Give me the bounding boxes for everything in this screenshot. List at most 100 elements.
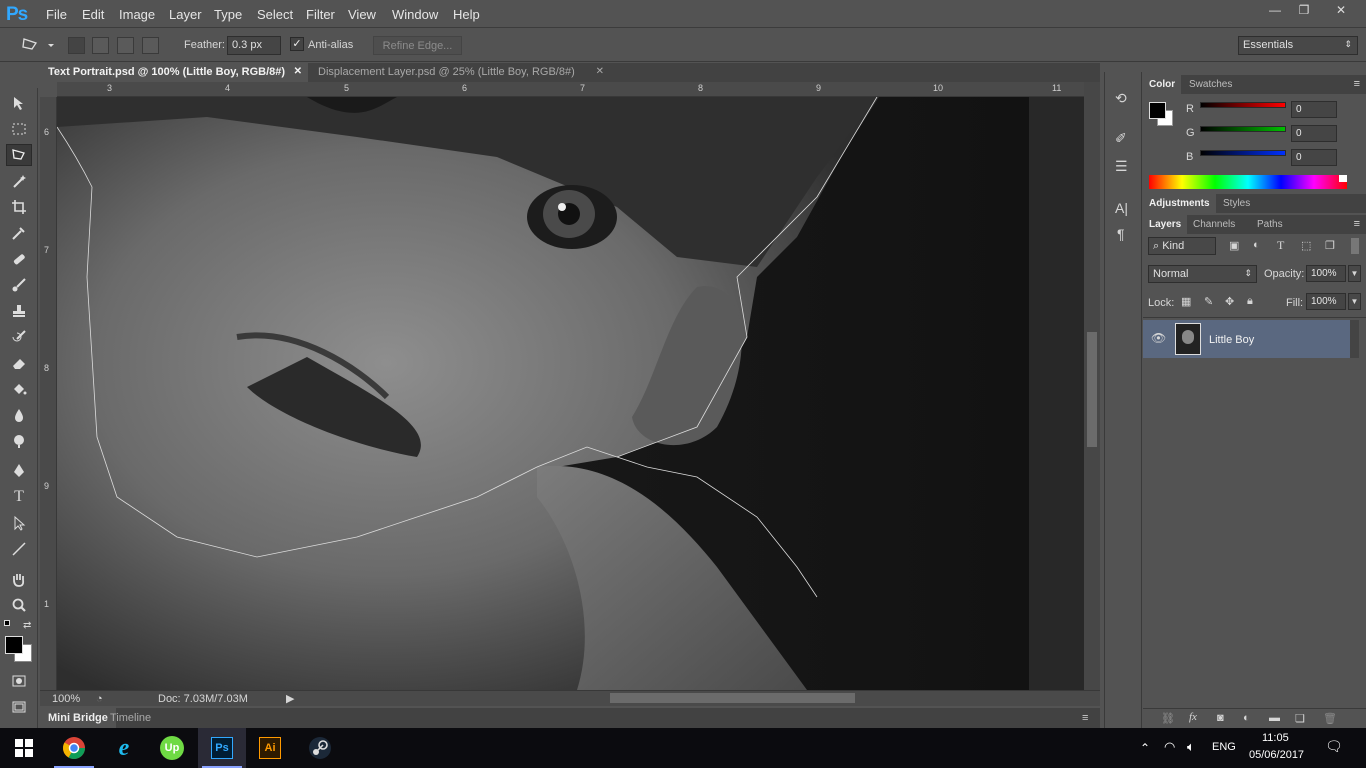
paint-bucket-tool[interactable] (6, 378, 32, 400)
r-slider[interactable] (1200, 102, 1286, 108)
zoom-tool[interactable] (6, 594, 32, 616)
feather-input[interactable]: 0.3 px (227, 36, 281, 55)
filter-shape-icon[interactable]: ⬚ (1301, 239, 1311, 252)
adjustment-layer-icon[interactable]: ◐ (1243, 712, 1250, 724)
character-panel-icon[interactable]: A| (1115, 200, 1128, 216)
tab-swatches[interactable]: Swatches (1183, 75, 1238, 94)
menu-window[interactable]: Window (392, 7, 438, 22)
fill-input[interactable]: 100% (1306, 293, 1346, 310)
paragraph-panel-icon[interactable]: ¶ (1117, 226, 1125, 242)
pen-tool[interactable] (6, 460, 32, 482)
panel-menu-icon[interactable]: ≡ (1082, 712, 1088, 724)
healing-brush-tool[interactable] (6, 248, 32, 270)
taskbar-internet-explorer[interactable]: e (100, 728, 148, 768)
menu-help[interactable]: Help (453, 7, 480, 22)
menu-layer[interactable]: Layer (169, 7, 202, 22)
restore-button[interactable]: ❐ (1287, 0, 1321, 20)
default-colors-icon[interactable] (4, 620, 14, 630)
b-value[interactable]: 0 (1291, 149, 1337, 166)
crop-tool[interactable] (6, 196, 32, 218)
brush-tool[interactable] (6, 274, 32, 296)
close-tab-icon[interactable]: ✕ (294, 66, 302, 77)
eye-icon[interactable]: 👁︎ (1151, 331, 1166, 345)
history-brush-tool[interactable] (6, 326, 32, 348)
tab-displacement-layer[interactable]: Displacement Layer.psd @ 25% (Little Boy… (310, 63, 610, 82)
lock-pixels-icon[interactable]: ✎ (1204, 295, 1213, 308)
screen-mode-button[interactable] (6, 696, 32, 718)
taskbar-illustrator[interactable]: Ai (246, 728, 294, 768)
link-layers-icon[interactable]: ⛓︎ (1161, 712, 1175, 725)
layer-style-icon[interactable]: fx (1189, 711, 1197, 723)
magic-wand-tool[interactable] (6, 170, 32, 192)
brush-panel-icon[interactable]: ✐ (1115, 130, 1127, 147)
dodge-tool[interactable] (6, 430, 32, 452)
tray-chevron-icon[interactable]: ⌃ (1140, 741, 1150, 755)
close-button[interactable]: ✕ (1318, 0, 1364, 20)
new-selection-button[interactable] (68, 37, 85, 54)
move-tool[interactable] (6, 92, 32, 114)
notifications-icon[interactable]: 🗨︎ (1325, 738, 1343, 755)
workspace-select[interactable]: Essentials ⇕ (1238, 36, 1358, 55)
layer-row-little-boy[interactable]: 👁︎ Little Boy (1143, 320, 1350, 358)
history-panel-icon[interactable]: ⟲ (1115, 90, 1127, 107)
menu-select[interactable]: Select (257, 7, 293, 22)
antialias-checkbox[interactable]: ✓ (290, 37, 304, 51)
panel-menu-icon[interactable]: ≡ (1354, 218, 1360, 230)
line-tool[interactable] (6, 538, 32, 560)
tab-adjustments[interactable]: Adjustments (1143, 194, 1216, 213)
menu-edit[interactable]: Edit (82, 7, 104, 22)
eraser-tool[interactable] (6, 352, 32, 374)
lock-all-icon[interactable]: 🔒︎ (1247, 295, 1253, 308)
b-slider[interactable] (1200, 150, 1286, 156)
tool-preset-picker[interactable] (20, 35, 56, 55)
path-selection-tool[interactable] (6, 512, 32, 534)
tab-mini-bridge[interactable]: Mini Bridge (40, 708, 116, 728)
menu-type[interactable]: Type (214, 7, 242, 22)
tab-layers[interactable]: Layers (1143, 215, 1188, 234)
opacity-input[interactable]: 100% (1306, 265, 1346, 282)
g-slider[interactable] (1200, 126, 1286, 132)
layer-name[interactable]: Little Boy (1209, 334, 1254, 346)
volume-icon[interactable]: 🔈︎ (1187, 739, 1195, 755)
new-layer-icon[interactable]: ❏ (1295, 712, 1305, 725)
quick-mask-button[interactable] (6, 670, 32, 692)
hand-tool[interactable] (6, 568, 32, 590)
status-info-icon[interactable]: ◔ (96, 693, 103, 705)
wifi-icon[interactable]: ◠ (1164, 739, 1175, 755)
marquee-tool[interactable] (6, 118, 32, 140)
lasso-tool[interactable] (6, 144, 32, 166)
lock-position-icon[interactable]: ✥ (1225, 295, 1234, 308)
tab-text-portrait[interactable]: Text Portrait.psd @ 100% (Little Boy, RG… (40, 63, 308, 82)
fg-color-chip[interactable] (1149, 102, 1166, 119)
taskbar-photoshop[interactable]: Ps (198, 728, 246, 768)
panel-menu-icon[interactable]: ≡ (1354, 78, 1360, 90)
trash-icon[interactable]: 🗑︎ (1323, 712, 1337, 725)
start-button[interactable] (0, 728, 48, 768)
color-spectrum-bar[interactable] (1149, 175, 1347, 189)
swap-colors-icon[interactable]: ⇄ (23, 620, 31, 631)
taskbar-chrome[interactable] (50, 728, 98, 768)
type-tool[interactable]: T (6, 486, 32, 508)
document-canvas[interactable] (57, 97, 1084, 690)
g-value[interactable]: 0 (1291, 125, 1337, 142)
status-menu-arrow-icon[interactable]: ▶ (286, 692, 294, 705)
tab-timeline[interactable]: Timeline (110, 712, 151, 724)
tab-paths[interactable]: Paths (1251, 215, 1289, 234)
foreground-color-swatch[interactable] (5, 636, 23, 654)
menu-view[interactable]: View (348, 7, 376, 22)
add-selection-button[interactable] (92, 37, 109, 54)
eyedropper-tool[interactable] (6, 222, 32, 244)
language-indicator[interactable]: ENG (1212, 741, 1236, 753)
tab-styles[interactable]: Styles (1217, 194, 1256, 213)
horizontal-scroll-thumb[interactable] (610, 693, 855, 703)
filter-smart-object-icon[interactable]: ❐ (1325, 239, 1335, 252)
close-tab-icon[interactable]: ✕ (596, 66, 604, 77)
vertical-scroll-thumb[interactable] (1087, 332, 1097, 447)
vertical-scrollbar[interactable] (1084, 82, 1100, 690)
filter-kind-select[interactable]: ⌕ Kind (1148, 237, 1216, 255)
blur-tool[interactable] (6, 404, 32, 426)
blend-mode-select[interactable]: Normal ⇕ (1148, 265, 1257, 283)
filter-toggle[interactable] (1351, 238, 1359, 254)
zoom-level[interactable]: 100% (52, 693, 80, 705)
layers-scrollbar[interactable] (1350, 320, 1359, 358)
